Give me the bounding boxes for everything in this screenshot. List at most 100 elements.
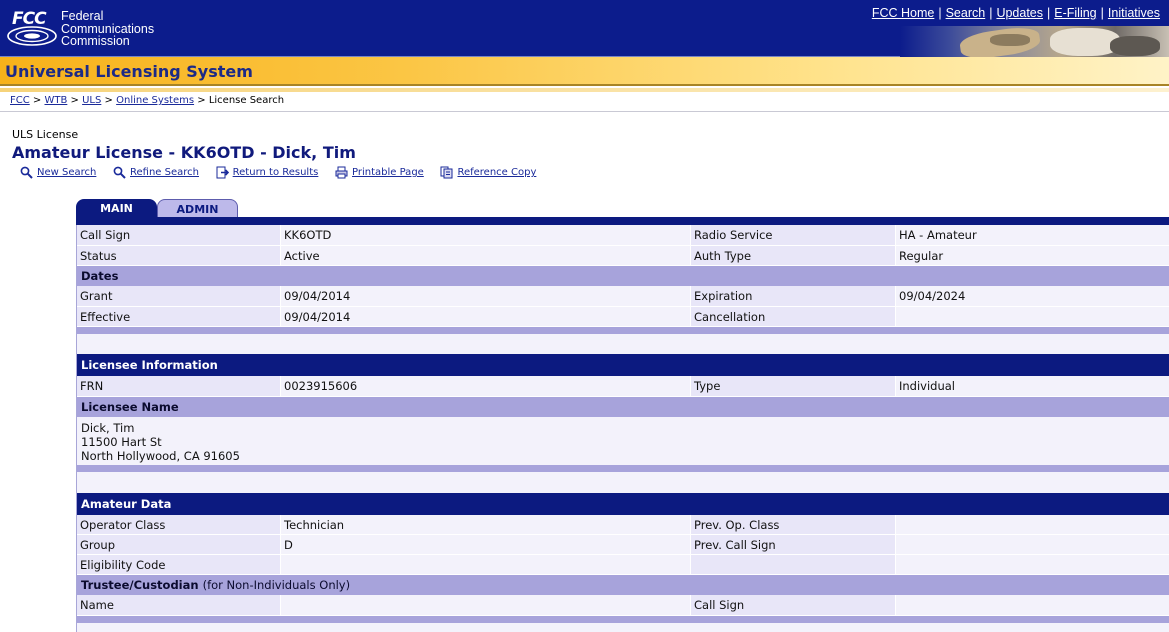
empty-label <box>691 555 896 574</box>
link-separator: | <box>1047 6 1051 20</box>
breadcrumb-fcc[interactable]: FCC <box>10 95 30 106</box>
action-bar: New Search Refine Search Return to Resul… <box>20 166 549 182</box>
section-spacer <box>77 623 1169 632</box>
breadcrumb-current: License Search <box>208 95 285 106</box>
tab-underline-bar <box>76 217 1169 225</box>
refine-search-action[interactable]: Refine Search <box>113 166 199 179</box>
table-row: Name Call Sign <box>77 595 1169 616</box>
type-label: Type <box>691 376 896 396</box>
status-value: Active <box>281 246 691 265</box>
eligibility-code-value <box>281 555 691 574</box>
cancellation-label: Cancellation <box>691 307 896 326</box>
link-e-filing[interactable]: E-Filing <box>1054 6 1096 20</box>
table-row: Status Active Auth Type Regular <box>77 246 1169 266</box>
trustee-heading-note: (for Non-Individuals Only) <box>202 578 351 592</box>
tab-admin[interactable]: ADMIN <box>157 199 238 218</box>
breadcrumb-divider <box>0 111 1169 112</box>
table-row: Effective 09/04/2014 Cancellation <box>77 307 1169 327</box>
address-line: 11500 Hart St <box>81 435 162 449</box>
reference-copy-action[interactable]: Reference Copy <box>440 166 536 179</box>
banner-stripe <box>0 88 1169 92</box>
auth-type-label: Auth Type <box>691 246 896 265</box>
auth-type-value: Regular <box>896 246 1169 265</box>
uls-title: Universal Licensing System <box>5 62 253 81</box>
trustee-call-sign-label: Call Sign <box>691 595 896 615</box>
breadcrumb-separator: > <box>197 95 206 106</box>
new-search-action[interactable]: New Search <box>20 166 96 179</box>
trustee-custodian-heading: Trustee/Custodian (for Non-Individuals O… <box>77 575 1169 595</box>
operator-class-label: Operator Class <box>77 515 281 534</box>
return-to-results-label: Return to Results <box>232 167 319 178</box>
printable-page-action[interactable]: Printable Page <box>335 166 424 179</box>
link-updates[interactable]: Updates <box>996 6 1043 20</box>
link-search[interactable]: Search <box>946 6 986 20</box>
section-band <box>77 327 1169 334</box>
frn-label: FRN <box>77 376 281 396</box>
effective-value: 09/04/2014 <box>281 307 691 326</box>
table-row: Call Sign KK6OTD Radio Service HA - Amat… <box>77 225 1169 246</box>
tab-main[interactable]: MAIN <box>76 199 157 218</box>
new-search-label: New Search <box>37 167 97 178</box>
page-title: Amateur License - KK6OTD - Dick, Tim <box>12 143 356 162</box>
table-row: Eligibility Code <box>77 555 1169 575</box>
trustee-name-value <box>281 595 691 615</box>
prev-call-sign-label: Prev. Call Sign <box>691 535 896 554</box>
printable-page-label: Printable Page <box>352 167 424 178</box>
logo-line: Commission <box>61 34 130 48</box>
fcc-logo[interactable]: FCC Federal Communications Commission <box>4 6 154 52</box>
link-initiatives[interactable]: Initiatives <box>1108 6 1160 20</box>
breadcrumb-separator: > <box>32 95 42 106</box>
section-band <box>77 616 1169 623</box>
refine-search-label: Refine Search <box>130 167 199 178</box>
address-line: North Hollywood, CA 91605 <box>81 449 240 463</box>
trustee-call-sign-value <box>896 595 1169 615</box>
link-separator: | <box>1100 6 1104 20</box>
section-spacer <box>77 334 1169 354</box>
section-spacer <box>77 472 1169 493</box>
prev-call-sign-value <box>896 535 1169 554</box>
document-copy-icon <box>440 166 453 179</box>
link-separator: | <box>938 6 942 20</box>
operator-class-value: Technician <box>281 515 691 534</box>
cancellation-value <box>896 307 1169 326</box>
frn-value: 0023915606 <box>281 376 691 396</box>
uls-banner: Universal Licensing System <box>0 57 1169 86</box>
radio-service-value: HA - Amateur <box>896 225 1169 245</box>
grant-label: Grant <box>77 286 281 306</box>
licensee-name-heading: Licensee Name <box>77 397 1169 417</box>
table-row: FRN 0023915606 Type Individual <box>77 376 1169 397</box>
eligibility-code-label: Eligibility Code <box>77 555 281 574</box>
magnifier-icon <box>20 166 33 179</box>
prev-op-class-value <box>896 515 1169 534</box>
call-sign-label: Call Sign <box>77 225 281 245</box>
return-to-results-action[interactable]: Return to Results <box>216 166 319 179</box>
radio-service-label: Radio Service <box>691 225 896 245</box>
link-fcc-home[interactable]: FCC Home <box>872 6 935 20</box>
prev-op-class-label: Prev. Op. Class <box>691 515 896 534</box>
breadcrumb-wtb[interactable]: WTB <box>44 95 67 106</box>
expiration-value: 09/04/2024 <box>896 286 1169 306</box>
effective-label: Effective <box>77 307 281 326</box>
link-separator: | <box>989 6 993 20</box>
license-detail-panel: Call Sign KK6OTD Radio Service HA - Amat… <box>76 225 1169 632</box>
header-photo-collage <box>900 26 1169 57</box>
fcc-header: FCC Federal Communications Commission FC… <box>0 0 1169 57</box>
section-band <box>77 465 1169 472</box>
empty-value <box>896 555 1169 574</box>
page-subtitle: ULS License <box>12 128 79 141</box>
expiration-label: Expiration <box>691 286 896 306</box>
trustee-heading-text: Trustee/Custodian <box>81 578 199 592</box>
logo-line: Federal <box>61 9 104 23</box>
dates-heading: Dates <box>77 266 1169 286</box>
status-label: Status <box>77 246 281 265</box>
breadcrumb: FCC > WTB > ULS > Online Systems > Licen… <box>10 95 284 106</box>
licensee-address: Dick, Tim 11500 Hart St North Hollywood,… <box>77 417 1169 465</box>
top-nav-links: FCC Home | Search | Updates | E-Filing | Initiat… <box>872 6 1160 20</box>
breadcrumb-uls[interactable]: ULS <box>82 95 101 106</box>
group-label: Group <box>77 535 281 554</box>
breadcrumb-separator: > <box>104 95 113 106</box>
licensee-information-heading: Licensee Information <box>77 354 1169 376</box>
magnifier-icon <box>113 166 126 179</box>
address-line: Dick, Tim <box>81 421 135 435</box>
breadcrumb-online-systems[interactable]: Online Systems <box>116 95 194 106</box>
